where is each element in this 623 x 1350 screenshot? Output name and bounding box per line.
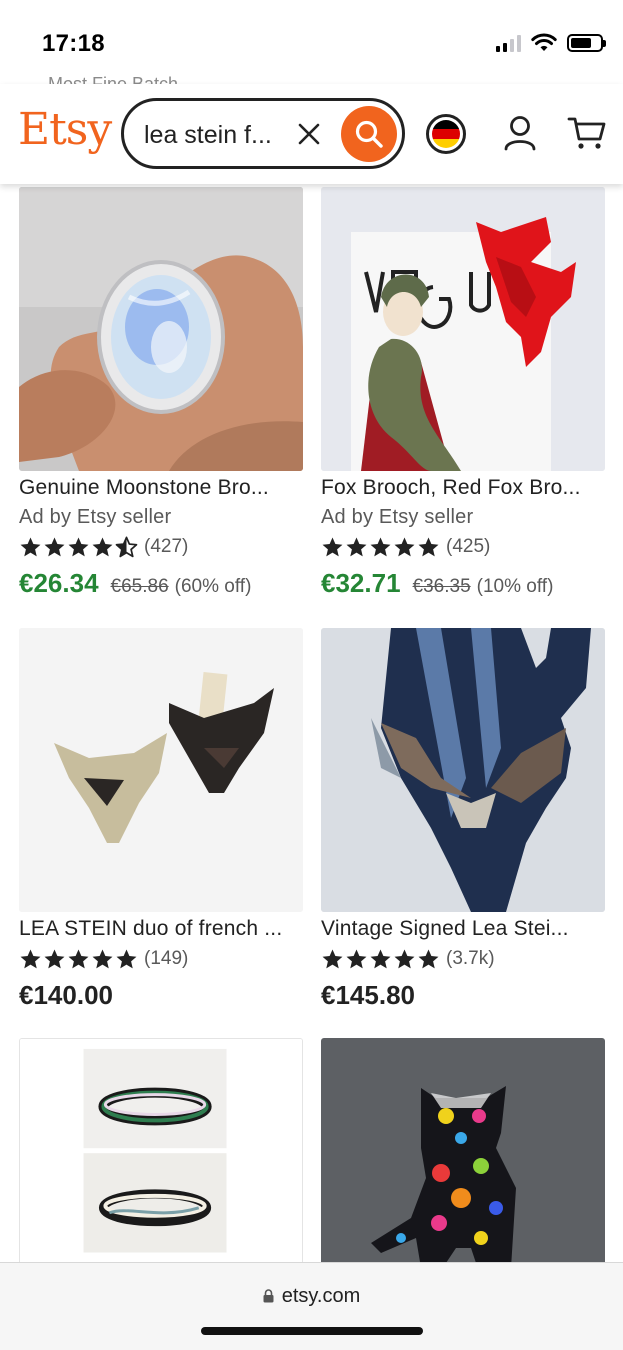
browser-url-bar[interactable]: etsy.com (0, 1262, 623, 1350)
star-icon (322, 536, 343, 556)
listing-title[interactable]: Vintage Signed Lea Stei... (321, 917, 605, 941)
status-bar: 17:18 (0, 0, 623, 84)
search-icon (355, 120, 383, 148)
listing-card[interactable]: Fox Brooch, Red Fox Bro... Ad by Etsy se… (321, 187, 605, 599)
star-icon (346, 948, 367, 968)
etsy-logo[interactable]: Etsy (18, 104, 112, 155)
rating-stars (321, 536, 440, 559)
account-icon[interactable] (503, 115, 537, 151)
url-text: etsy.com (281, 1285, 361, 1307)
star-icon (370, 536, 391, 556)
ad-label: Ad by Etsy seller (321, 506, 474, 528)
discount: (60% off) (174, 576, 252, 597)
rating-count: (3.7k) (446, 948, 495, 969)
listing-card[interactable]: LEA STEIN duo of french ... (149) €140.0… (19, 628, 303, 1011)
rating-count: (427) (144, 536, 189, 557)
price-row: €32.71 €36.35 (10% off) (321, 568, 605, 599)
listing-image-fox-duo[interactable] (19, 628, 303, 912)
half-star-icon (115, 536, 138, 557)
star-icon (370, 948, 391, 968)
listing-title[interactable]: Fox Brooch, Red Fox Bro... (321, 476, 605, 500)
search-box[interactable]: lea stein f... (121, 98, 405, 169)
star-icon (418, 948, 439, 968)
rating: (427) (19, 534, 303, 560)
discount: (10% off) (476, 576, 554, 597)
price: €145.80 (321, 980, 415, 1010)
listing-card[interactable]: Genuine Moonstone Bro... Ad by Etsy sell… (19, 187, 303, 599)
listing-image-red-fox-brooch[interactable] (321, 187, 605, 471)
rating-count: (149) (144, 948, 189, 969)
price-row: €26.34 €65.86 (60% off) (19, 568, 303, 599)
header: Etsy lea stein f... (0, 84, 623, 184)
status-time: 17:18 (42, 30, 105, 57)
star-icon (44, 948, 65, 968)
ad-label: Ad by Etsy seller (19, 506, 172, 528)
price: €140.00 (19, 980, 113, 1010)
rating-stars (321, 948, 440, 971)
rating-stars (19, 536, 138, 559)
star-icon (20, 948, 41, 968)
star-icon (116, 948, 137, 968)
star-icon (44, 536, 65, 556)
sale-price: €26.34 (19, 568, 99, 598)
rating: (425) (321, 534, 605, 560)
search-input[interactable]: lea stein f... (144, 121, 272, 150)
original-price: €65.86 (110, 576, 169, 597)
price-row: €145.80 (321, 980, 605, 1011)
star-icon (68, 948, 89, 968)
wifi-icon (531, 33, 557, 51)
rating: (3.7k) (321, 946, 605, 972)
star-icon (394, 948, 415, 968)
star-icon (20, 536, 41, 556)
star-icon (92, 536, 113, 556)
status-icons (496, 33, 606, 53)
lock-icon (263, 1289, 274, 1303)
listing-image-vintage-fox-brooch[interactable] (321, 628, 605, 912)
star-icon (346, 536, 367, 556)
home-indicator[interactable] (201, 1327, 423, 1335)
rating: (149) (19, 946, 303, 972)
peek-text: Most Fine Batch (48, 74, 179, 84)
star-icon (394, 536, 415, 556)
search-button[interactable] (341, 106, 397, 162)
listing-title[interactable]: Genuine Moonstone Bro... (19, 476, 303, 500)
sale-price: €32.71 (321, 568, 401, 598)
germany-flag-icon[interactable] (426, 114, 466, 154)
clear-search-icon[interactable] (296, 121, 322, 147)
cellular-signal-icon (496, 34, 521, 52)
rating-count: (425) (446, 536, 491, 557)
listing-image-moonstone-brooch[interactable] (19, 187, 303, 471)
star-icon (418, 536, 439, 556)
url-display[interactable]: etsy.com (0, 1285, 623, 1308)
star-icon (92, 948, 113, 968)
price-row: €140.00 (19, 980, 303, 1011)
rating-stars (19, 948, 138, 971)
cart-icon[interactable] (567, 115, 607, 151)
star-icon (322, 948, 343, 968)
battery-icon (567, 34, 606, 52)
listing-title[interactable]: LEA STEIN duo of french ... (19, 917, 303, 941)
listing-card[interactable]: Vintage Signed Lea Stei... (3.7k) €145.8… (321, 628, 605, 1011)
original-price: €36.35 (412, 576, 471, 597)
star-icon (68, 536, 89, 556)
